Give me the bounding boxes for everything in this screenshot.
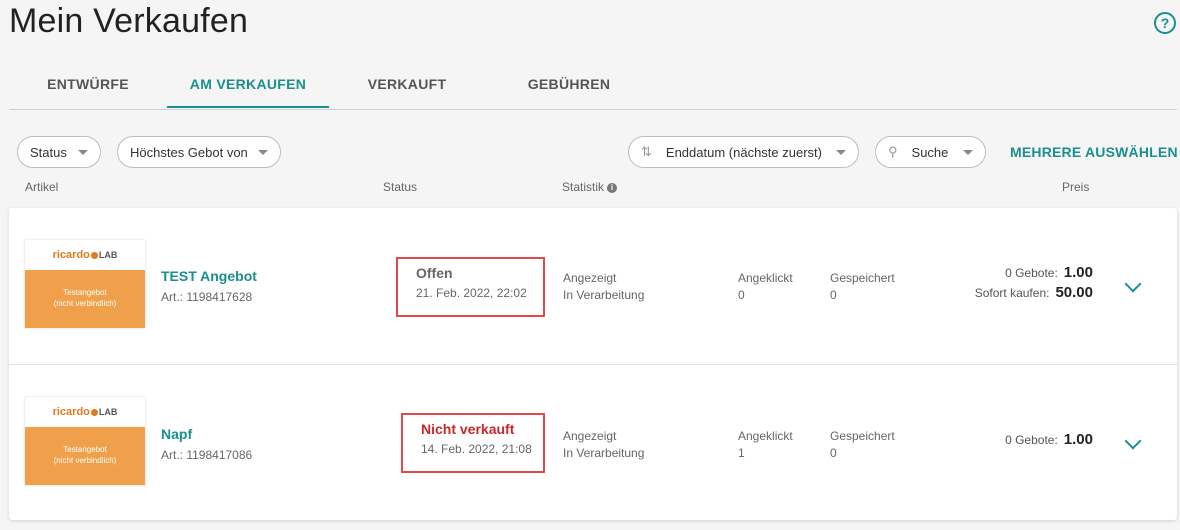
status-filter-label: Status [30, 144, 67, 160]
stat-shown-value: In Verarbeitung [563, 446, 645, 460]
page-title: Mein Verkaufen [9, 2, 249, 40]
status-date: 21. Feb. 2022, 22:02 [416, 286, 527, 300]
stat-shown-label: Angezeigt [563, 429, 617, 443]
stat-shown: Angezeigt In Verarbeitung [563, 270, 644, 304]
multi-select-button[interactable]: MEHRERE AUSWÄHLEN [1010, 144, 1178, 160]
listing-title[interactable]: TEST Angebot [161, 268, 257, 284]
logo-text: ricardo [52, 406, 90, 418]
logo-text: ricardo [52, 249, 90, 261]
stat-clicked-label: Angeklickt [738, 429, 793, 443]
price-block: 0 Gebote: 1.00 Sofort kaufen: 50.00 [975, 263, 1093, 303]
listing-article-number: Art.: 1198417086 [161, 448, 253, 462]
logo-lab: LAB [98, 407, 118, 417]
column-header-article: Artikel [25, 180, 59, 194]
chevron-down-icon [963, 149, 973, 155]
column-header-status: Status [383, 180, 418, 194]
column-header-stats-label: Statistik [562, 180, 605, 194]
chevron-down-icon [78, 149, 88, 155]
listing-article-number: Art.: 1198417628 [161, 290, 253, 304]
stat-clicked: Angeklickt 1 [738, 428, 793, 462]
logo-lab: LAB [98, 250, 118, 260]
logo-dot-icon [90, 251, 98, 259]
thumbnail-line-2: (nicht verbindlich) [53, 456, 117, 465]
price-block: 0 Gebote: 1.00 [1005, 430, 1093, 450]
search-select[interactable]: ⚲ Suche [875, 136, 986, 168]
stat-saved-value: 0 [830, 446, 837, 460]
status-box: Nicht verkauft 14. Feb. 2022, 21:08 [401, 413, 545, 473]
tab-drafts[interactable]: ENTWÜRFE [9, 60, 167, 108]
status-text: Offen [416, 265, 453, 281]
listing-thumbnail[interactable]: ricardo LAB Testangebot (nicht verbindlic… [25, 397, 145, 485]
stat-saved-label: Gespeichert [830, 271, 895, 285]
listing-row[interactable]: ricardo LAB Testangebot (nicht verbindlic… [9, 364, 1177, 520]
sort-select-label: Enddatum (nächste zuerst) [665, 144, 822, 160]
price-bids: 0 Gebote: 1.00 [1005, 430, 1093, 450]
stat-saved-value: 0 [830, 288, 837, 302]
stat-clicked-value: 1 [738, 446, 745, 460]
stat-shown-label: Angezeigt [563, 271, 617, 285]
price-bids-label: 0 Gebote: [1005, 433, 1058, 447]
chevron-down-icon [836, 149, 846, 155]
ricardo-logo: ricardo LAB [25, 240, 145, 270]
chevron-down-icon[interactable] [1124, 275, 1142, 293]
ricardo-logo: ricardo LAB [25, 397, 145, 427]
stat-shown: Angezeigt In Verarbeitung [563, 428, 644, 462]
tab-bar: ENTWÜRFE AM VERKAUFEN VERKAUFT GEBÜHREN [9, 60, 1177, 110]
price-buy-now-label: Sofort kaufen: [974, 286, 1050, 300]
price-buy-now-value: 50.00 [1055, 284, 1093, 301]
column-header-price: Preis [1062, 180, 1090, 194]
price-buy-now: Sofort kaufen: 50.00 [975, 283, 1093, 303]
stat-clicked-value: 0 [738, 288, 745, 302]
highest-bid-filter-label: Höchstes Gebot von [130, 144, 248, 160]
stat-shown-value: In Verarbeitung [563, 288, 645, 302]
help-icon[interactable]: ? [1154, 12, 1176, 34]
search-icon: ⚲ [888, 144, 898, 159]
thumbnail-line-2: (nicht verbindlich) [53, 299, 117, 308]
tab-sold[interactable]: VERKAUFT [329, 60, 485, 108]
chevron-down-icon [258, 149, 268, 155]
listing-title[interactable]: Napf [161, 426, 192, 442]
thumbnail-line-1: Testangebot [63, 445, 107, 454]
sort-icon: ⇅ [641, 144, 652, 159]
tab-fees[interactable]: GEBÜHREN [485, 60, 653, 108]
listing-row[interactable]: ricardo LAB Testangebot (nicht verbindlic… [9, 208, 1177, 364]
status-text: Nicht verkauft [421, 421, 515, 437]
chevron-down-icon[interactable] [1124, 432, 1142, 450]
stat-saved-label: Gespeichert [830, 429, 895, 443]
listing-thumbnail[interactable]: ricardo LAB Testangebot (nicht verbindlic… [25, 240, 145, 328]
price-bids-value: 1.00 [1063, 264, 1093, 281]
logo-dot-icon [90, 408, 98, 416]
tab-selling[interactable]: AM VERKAUFEN [167, 60, 329, 108]
info-icon[interactable]: i [607, 183, 618, 193]
stat-clicked-label: Angeklickt [738, 271, 793, 285]
status-filter[interactable]: Status [17, 136, 101, 168]
sort-select[interactable]: ⇅ Enddatum (nächste zuerst) [628, 136, 859, 168]
price-bids-value: 1.00 [1063, 431, 1093, 448]
stat-clicked: Angeklickt 0 [738, 270, 793, 304]
stat-saved: Gespeichert 0 [830, 270, 895, 304]
status-date: 14. Feb. 2022, 21:08 [421, 442, 532, 456]
listing-card: ricardo LAB Testangebot (nicht verbindlic… [9, 208, 1177, 520]
price-bids: 0 Gebote: 1.00 [975, 263, 1093, 283]
status-box: Offen 21. Feb. 2022, 22:02 [396, 257, 545, 317]
highest-bid-filter[interactable]: Höchstes Gebot von [117, 136, 281, 168]
thumbnail-banner: Testangebot (nicht verbindlich) [25, 270, 145, 328]
search-select-label: Suche [911, 144, 949, 160]
price-bids-label: 0 Gebote: [1005, 266, 1058, 280]
thumbnail-line-1: Testangebot [63, 288, 107, 297]
stat-saved: Gespeichert 0 [830, 428, 895, 462]
thumbnail-banner: Testangebot (nicht verbindlich) [25, 427, 145, 485]
column-header-stats: Statistik i [562, 180, 618, 194]
